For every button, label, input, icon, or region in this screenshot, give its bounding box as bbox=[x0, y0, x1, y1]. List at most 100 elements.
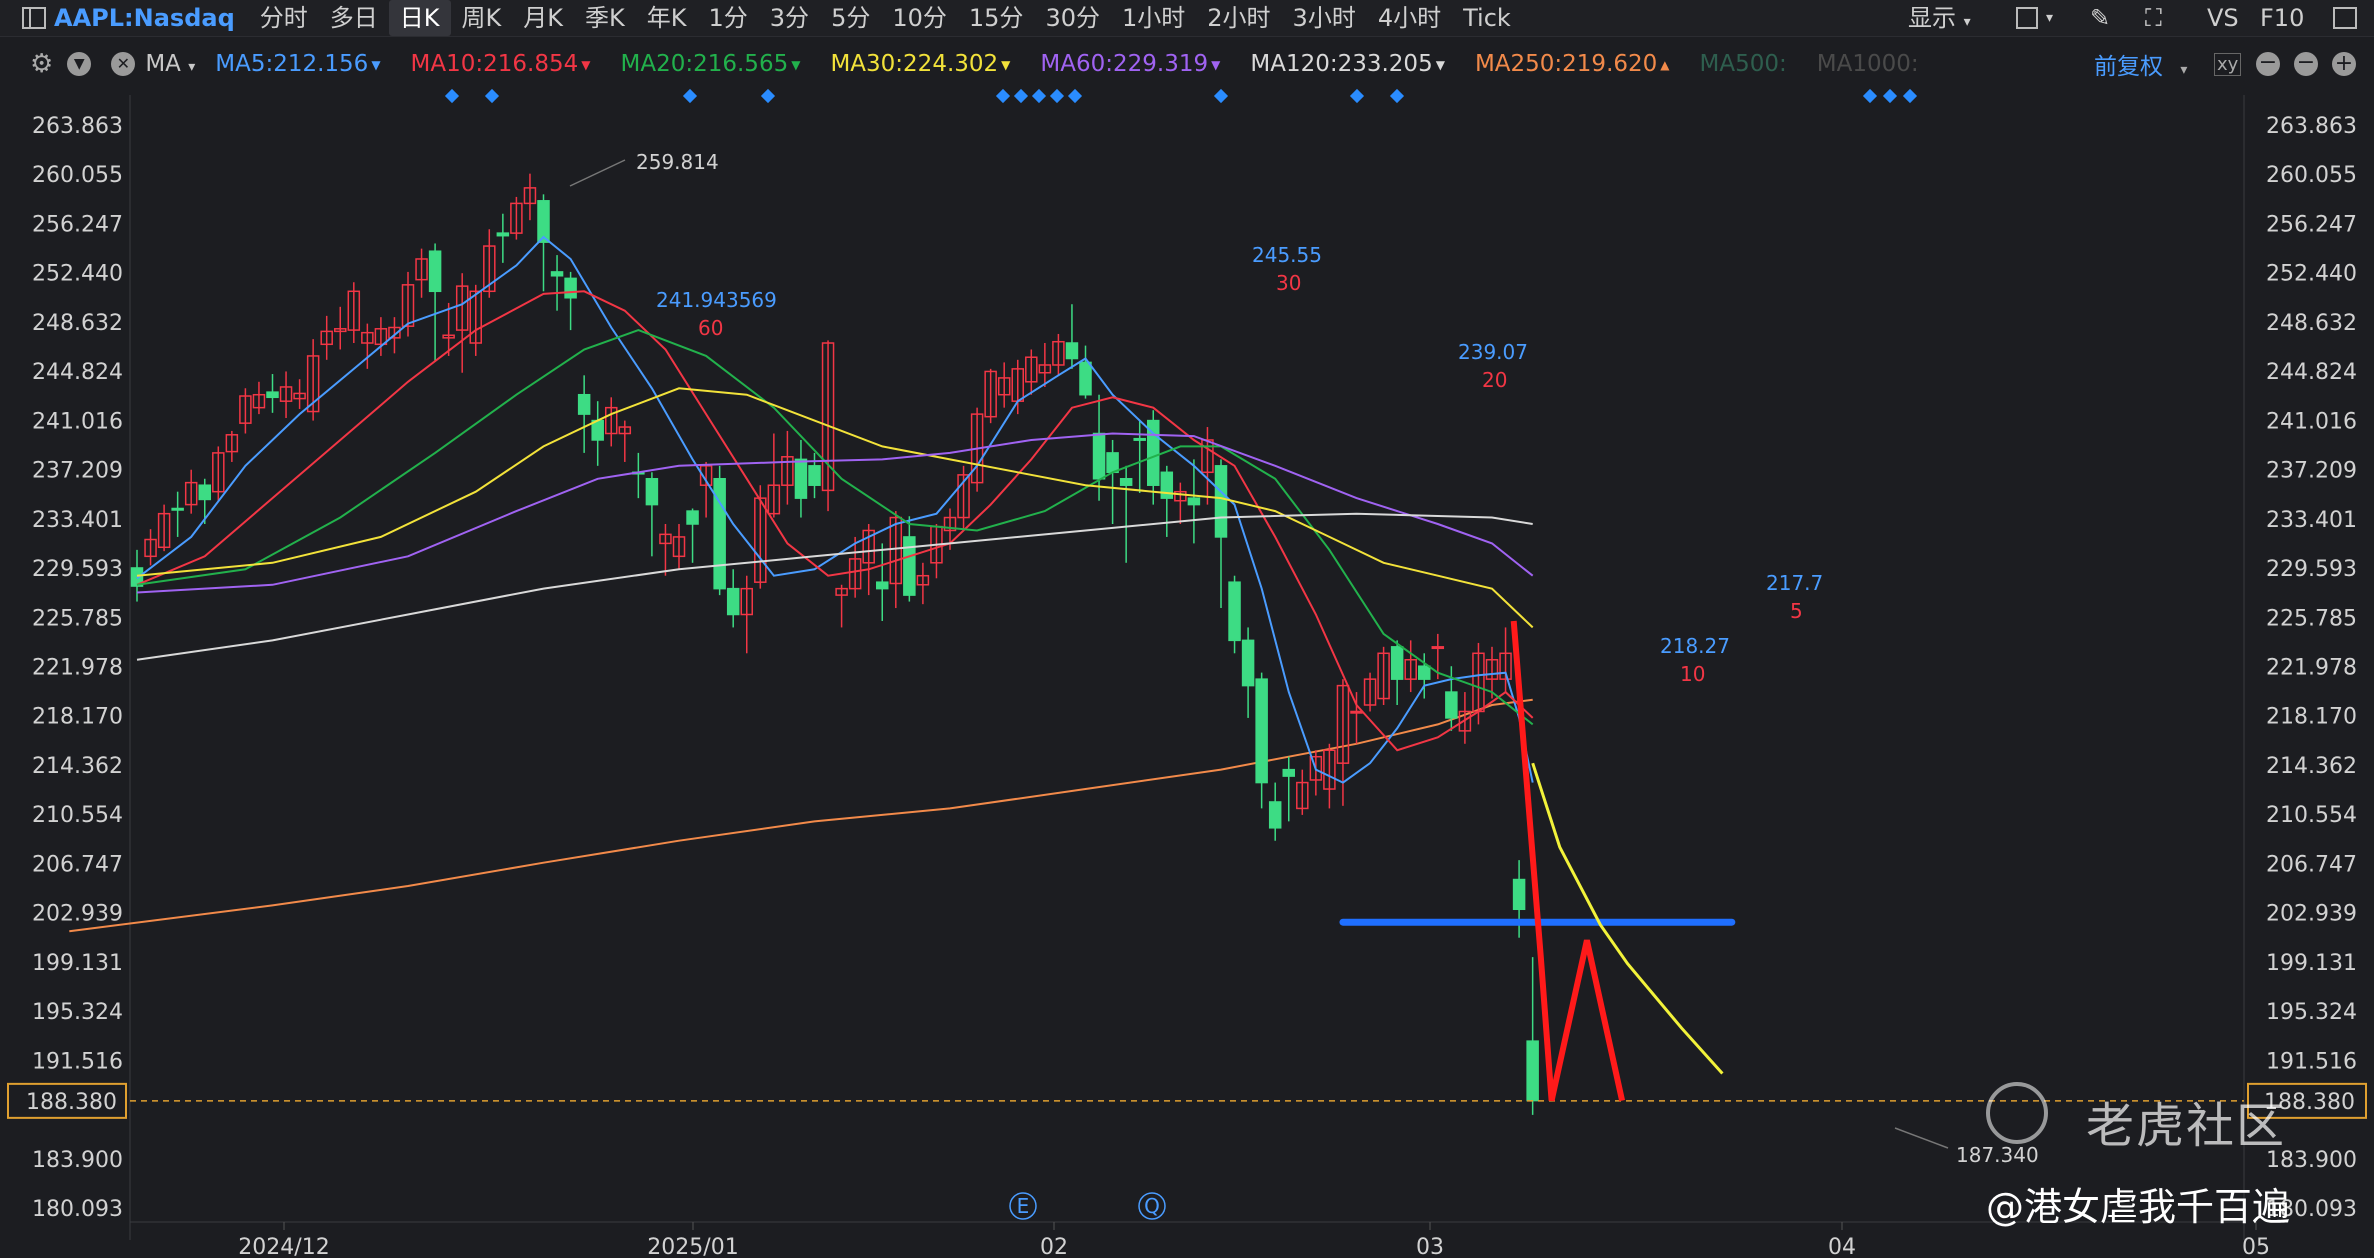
y-tick-left: 248.632 bbox=[32, 311, 123, 336]
y-tick-left: 263.863 bbox=[32, 114, 123, 139]
candle-body bbox=[1418, 665, 1431, 680]
x-tick: 04 bbox=[1828, 1235, 1856, 1258]
signal-diamond-icon bbox=[1902, 88, 1918, 104]
high-marker-label: 259.814 bbox=[636, 150, 719, 174]
signal-diamond-icon bbox=[1389, 88, 1405, 104]
y-tick-left: 210.554 bbox=[32, 803, 123, 828]
y-tick-left: 191.516 bbox=[32, 1049, 123, 1074]
y-tick-left: 199.131 bbox=[32, 951, 123, 976]
candle-body bbox=[564, 277, 577, 299]
signal-diamond-icon bbox=[682, 88, 698, 104]
y-tick-right: 260.055 bbox=[2266, 163, 2357, 188]
signal-diamond-icon bbox=[1349, 88, 1365, 104]
y-tick-right: 244.824 bbox=[2266, 360, 2357, 385]
signal-diamond-icon bbox=[1862, 88, 1878, 104]
candle-body bbox=[876, 581, 889, 590]
anno-value: 217.7 bbox=[1766, 571, 1823, 595]
ma-lines bbox=[69, 698, 1533, 933]
anno-rank: 20 bbox=[1482, 368, 1507, 392]
x-tick: 05 bbox=[2242, 1235, 2270, 1258]
candle-body bbox=[1092, 432, 1106, 480]
y-tick-right: 191.516 bbox=[2266, 1049, 2357, 1074]
candle-body bbox=[198, 484, 211, 501]
y-tick-right: 202.939 bbox=[2266, 902, 2357, 927]
y-tick-right: 199.131 bbox=[2266, 951, 2357, 976]
ma120-line bbox=[136, 512, 1533, 661]
candle-body bbox=[1512, 878, 1526, 911]
ma250-line bbox=[69, 698, 1533, 933]
signal-diamond-icon bbox=[760, 88, 776, 104]
candle-body bbox=[1133, 437, 1146, 441]
candle-body bbox=[726, 587, 740, 616]
candlestick-chart[interactable]: 263.863 263.863 260.055 260.055 256.247 256.2… bbox=[0, 0, 2374, 1258]
y-tick-right: 221.978 bbox=[2266, 656, 2357, 681]
x-tick: 2024/12 bbox=[238, 1235, 329, 1258]
ma-lines-top bbox=[136, 235, 1534, 784]
y-tick-left: 183.900 bbox=[32, 1148, 123, 1173]
y-tick-left: 202.939 bbox=[32, 902, 123, 927]
anno-value: 245.55 bbox=[1252, 243, 1322, 267]
x-tick: 02 bbox=[1040, 1235, 1068, 1258]
candle-body bbox=[550, 271, 564, 277]
y-tick-right: 252.440 bbox=[2266, 262, 2357, 287]
candle-body bbox=[171, 507, 184, 511]
candle-body bbox=[1187, 497, 1201, 506]
y-tick-right: 237.209 bbox=[2266, 459, 2357, 484]
anno-value: 218.27 bbox=[1660, 634, 1730, 658]
signal-diamond-icon bbox=[1031, 88, 1047, 104]
candle-body bbox=[1431, 646, 1445, 650]
candle-body bbox=[266, 391, 279, 399]
signal-diamond-icon bbox=[995, 88, 1011, 104]
anno-value: 239.07 bbox=[1458, 340, 1528, 364]
projection-yellow-line bbox=[1531, 762, 1724, 1075]
y-tick-right: 206.747 bbox=[2266, 852, 2357, 877]
candle-body bbox=[794, 458, 808, 499]
signal-diamond-icon bbox=[1049, 88, 1065, 104]
y-tick-right: 218.170 bbox=[2266, 705, 2357, 730]
y-tick-left: 237.209 bbox=[32, 459, 123, 484]
chart-frame bbox=[129, 95, 2245, 1240]
y-tick-right: 195.324 bbox=[2266, 1000, 2357, 1025]
candle-body bbox=[496, 232, 510, 237]
y-tick-right: 214.362 bbox=[2266, 754, 2357, 779]
low-marker-line bbox=[1894, 1127, 1949, 1149]
x-tick: 2025/01 bbox=[647, 1235, 738, 1258]
anno-value: 241.943569 bbox=[656, 288, 777, 312]
candle-body bbox=[1214, 465, 1228, 538]
y-tick-left: 180.093 bbox=[32, 1197, 123, 1222]
ma10-line bbox=[136, 290, 1534, 752]
candle-body bbox=[1445, 691, 1458, 719]
low-marker-label: 187.340 bbox=[1956, 1143, 2039, 1167]
tiger-logo-icon bbox=[1986, 1082, 2048, 1144]
candle-body bbox=[645, 478, 659, 506]
candle-body bbox=[903, 536, 916, 596]
y-tick-right: 210.554 bbox=[2266, 803, 2357, 828]
y-tick-right: 229.593 bbox=[2266, 557, 2357, 582]
ma30-line bbox=[136, 387, 1534, 629]
y-tick-left: 214.362 bbox=[32, 754, 123, 779]
y-tick-right: 263.863 bbox=[2266, 114, 2357, 139]
candle-body bbox=[1390, 646, 1404, 680]
y-tick-right: 233.401 bbox=[2266, 508, 2357, 533]
y-tick-right: 256.247 bbox=[2266, 212, 2357, 237]
user-drawings[interactable] bbox=[1339, 620, 1736, 1102]
candle-body bbox=[1526, 1040, 1539, 1102]
y-tick-left: 244.824 bbox=[32, 360, 123, 385]
candle-body bbox=[1228, 581, 1241, 642]
watermark-author: @港女虐我千百遍 bbox=[1986, 1185, 2291, 1229]
candle-body bbox=[428, 250, 442, 293]
candle-body bbox=[808, 465, 821, 486]
candle-body bbox=[686, 510, 699, 525]
ma20-line bbox=[136, 329, 1534, 726]
candle-body bbox=[1119, 478, 1133, 486]
candle-body bbox=[577, 393, 591, 415]
candle-body bbox=[1241, 639, 1255, 687]
candle-body bbox=[1350, 710, 1363, 714]
x-axis: 2024/12 2025/01 02 03 04 05 bbox=[238, 1222, 2270, 1258]
signal-diamond-icon bbox=[444, 88, 460, 104]
high-marker-line bbox=[569, 159, 626, 187]
x-tick: 03 bbox=[1416, 1235, 1444, 1258]
candle-body bbox=[1268, 801, 1282, 829]
y-tick-right: 248.632 bbox=[2266, 311, 2357, 336]
y-tick-left: 241.016 bbox=[32, 409, 123, 434]
